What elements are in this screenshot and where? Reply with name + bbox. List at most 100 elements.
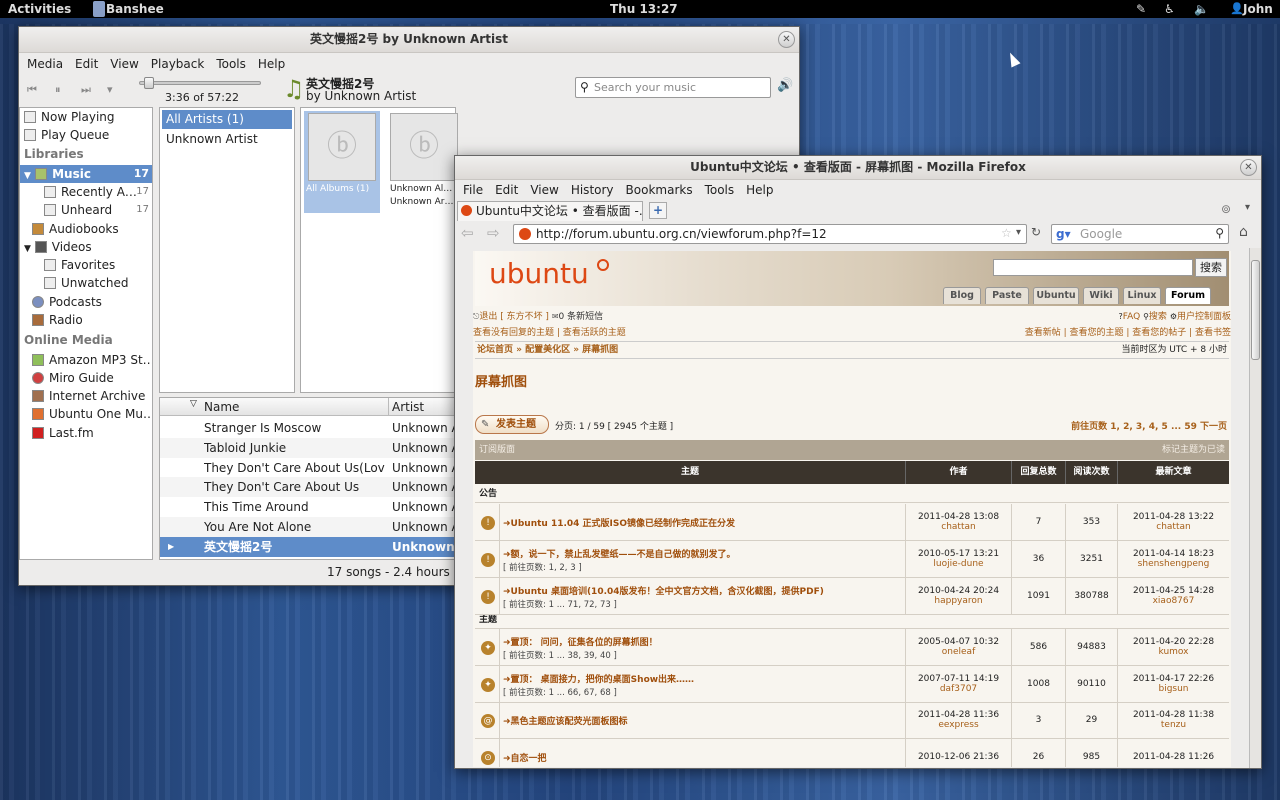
sidebar-item-audiobooks[interactable]: Audiobooks — [20, 220, 152, 238]
pause-icon[interactable]: ⏸ — [55, 83, 73, 97]
topic-title[interactable]: ➜置顶： 问问，征集各位的屏幕抓图！ — [503, 635, 658, 648]
mark-read-link[interactable]: 标记主题为已读 — [1162, 440, 1225, 460]
column-artist[interactable]: Artist — [392, 400, 424, 414]
sidebar-item-lastfm[interactable]: Last.fm — [20, 424, 152, 442]
sidebar-item-favorites[interactable]: Favorites — [20, 256, 152, 274]
forum-search-button[interactable]: 搜索 — [1195, 258, 1227, 277]
menu-edit[interactable]: Edit — [69, 57, 104, 71]
logout-link[interactable]: 退出 [ 东方不坏 ] — [479, 312, 549, 322]
last-poster-link[interactable]: kumox — [1118, 647, 1229, 657]
menu-edit[interactable]: Edit — [489, 183, 524, 197]
topic-row[interactable]: ✦ ➜置顶： 桌面接力，把你的桌面Show出来……[ 前往页数: 1 ... 66… — [475, 666, 1229, 703]
author-link[interactable]: daf3707 — [906, 684, 1011, 694]
subscribe-link[interactable]: 订阅版面 — [479, 440, 515, 460]
sidebar-item-radio[interactable]: Radio — [20, 311, 152, 329]
artist-item[interactable]: Unknown Artist — [166, 132, 258, 146]
menu-bookmarks[interactable]: Bookmarks — [620, 183, 699, 197]
nav-tab-blog[interactable]: Blog — [943, 287, 981, 304]
nav-tab-ubuntu[interactable]: Ubuntu — [1033, 287, 1079, 304]
sidebar-item-recently-added[interactable]: Recently A… 17 — [20, 183, 152, 201]
menu-help[interactable]: Help — [740, 183, 779, 197]
search-link[interactable]: 搜索 — [1149, 312, 1167, 322]
seek-slider[interactable] — [139, 77, 261, 89]
menu-playback[interactable]: Playback — [145, 57, 211, 71]
topic-pages[interactable]: [ 前往页数: 1 ... 71, 72, 73 ] — [503, 598, 617, 610]
topic-pages[interactable]: [ 前往页数: 1 ... 66, 67, 68 ] — [503, 686, 617, 698]
nav-tab-forum[interactable]: Forum — [1165, 287, 1211, 304]
sidebar-item-internet-archive[interactable]: Internet Archive — [20, 387, 152, 405]
menu-media[interactable]: Media — [21, 57, 69, 71]
sidebar-item-videos[interactable]: ▼ Videos — [20, 238, 152, 256]
clock[interactable]: Thu 13:27 — [610, 2, 678, 16]
pagination[interactable]: 前往页数 1, 2, 3, 4, 5 ... 59 下一页 — [1071, 419, 1227, 432]
topic-row[interactable]: @ ➜黑色主题应该配荧光面板图标 2011-04-28 11:36 eexpress 3… — [475, 702, 1229, 739]
author-link[interactable]: chattan — [906, 522, 1011, 532]
table-row[interactable]: They Don't Care About Us(Lov… Unknown A — [160, 458, 458, 478]
last-poster-link[interactable]: shenshengpeng — [1118, 559, 1229, 569]
sidebar-item-miro[interactable]: Miro Guide — [20, 369, 152, 387]
last-poster-link[interactable]: xiao8767 — [1118, 596, 1229, 606]
sidebar-item-podcasts[interactable]: Podcasts — [20, 293, 152, 311]
topic-row[interactable]: ⊙ ➜自恋一把 2010-12-06 21:36 26 985 2011-04-28 11… — [475, 739, 1229, 767]
accessibility-icon[interactable]: ♿ — [1164, 2, 1175, 16]
web-search-input[interactable]: g▾ Google ⚲ — [1051, 224, 1229, 244]
vertical-scrollbar[interactable] — [1249, 248, 1261, 768]
column-name[interactable]: Name — [204, 400, 239, 414]
bookmark-star-icon[interactable]: ☆ — [1001, 226, 1012, 240]
sidebar-item-music[interactable]: ▼ Music 17 — [20, 165, 152, 183]
menu-file[interactable]: File — [457, 183, 489, 197]
author-link[interactable]: luojie-dune — [906, 559, 1011, 569]
new-topic-button[interactable]: ✎ 发表主题 — [475, 415, 549, 434]
search-icon[interactable]: ⚲ — [1215, 226, 1224, 240]
topic-title[interactable]: ➜额，说一下，禁止乱发壁纸——不是自己做的就别发了。 — [503, 547, 736, 560]
last-poster-link[interactable]: chattan — [1118, 522, 1229, 532]
volume-button-icon[interactable]: 🔊 — [777, 78, 793, 93]
author-link[interactable]: eexpress — [906, 720, 1011, 730]
home-icon[interactable]: ⌂ — [1239, 224, 1248, 240]
topic-row[interactable]: ! ➜Ubuntu 11.04 正式版ISO镜像已经制作完成正在分发 2011-04… — [475, 504, 1229, 541]
previous-icon[interactable]: ⏮ — [27, 83, 45, 97]
topic-pages[interactable]: [ 前往页数: 1, 2, 3 ] — [503, 561, 582, 573]
menu-help[interactable]: Help — [252, 57, 291, 71]
nav-tab-linux[interactable]: Linux — [1123, 287, 1161, 304]
reload-icon[interactable]: ↻ — [1031, 225, 1041, 239]
app-menu-banshee[interactable]: Banshee — [106, 2, 164, 16]
topic-row[interactable]: ! ➜Ubuntu 桌面培训(10.04版发布！全中文官方文档，含汉化截图，提供P… — [475, 578, 1229, 615]
faq-link[interactable]: FAQ — [1123, 312, 1140, 322]
tab-groups-icon[interactable]: ⊚ — [1221, 202, 1231, 216]
topic-links[interactable]: 查看没有回复的主题 | 查看活跃的主题 — [473, 325, 626, 338]
artist-item-all[interactable]: All Artists (1) — [162, 110, 292, 129]
expander-icon[interactable]: ▼ — [24, 171, 31, 181]
close-icon[interactable]: ✕ — [778, 31, 795, 48]
author-link[interactable]: happyaron — [906, 596, 1011, 606]
scrollbar-thumb[interactable] — [1251, 260, 1260, 360]
forward-icon[interactable]: ⇨ — [487, 224, 500, 242]
topic-row[interactable]: ! ➜额，说一下，禁止乱发壁纸——不是自己做的就别发了。[ 前往页数: 1, 2,… — [475, 541, 1229, 578]
nav-tab-wiki[interactable]: Wiki — [1083, 287, 1119, 304]
menu-view[interactable]: View — [524, 183, 564, 197]
tab-list-icon[interactable]: ▾ — [1245, 202, 1250, 213]
expander-icon[interactable]: ▼ — [24, 244, 31, 254]
next-icon[interactable]: ⏭ — [81, 83, 99, 97]
ucp-link[interactable]: 用户控制面板 — [1177, 312, 1231, 322]
menu-view[interactable]: View — [104, 57, 144, 71]
last-poster-link[interactable]: tenzu — [1118, 720, 1229, 730]
post-links[interactable]: 查看新帖 | 查看您的主题 | 查看您的帖子 | 查看书签 — [1025, 325, 1231, 338]
sidebar-item-amazon[interactable]: Amazon MP3 St… — [20, 351, 152, 369]
user-menu[interactable]: John — [1243, 2, 1273, 16]
topic-title[interactable]: ➜置顶： 桌面接力，把你的桌面Show出来…… — [503, 672, 694, 685]
topic-title[interactable]: ➜Ubuntu 11.04 正式版ISO镜像已经制作完成正在分发 — [503, 516, 735, 529]
sidebar-item-unwatched[interactable]: Unwatched — [20, 274, 152, 292]
url-bar[interactable]: http://forum.ubuntu.org.cn/viewforum.php… — [513, 224, 1027, 244]
album-item[interactable]: ⓑ Unknown Al… Unknown Ar… — [386, 111, 462, 213]
browser-tab[interactable]: Ubuntu中文论坛 • 查看版面 -… — [457, 201, 643, 221]
volume-icon[interactable]: 🔈 — [1194, 2, 1209, 16]
edit-icon[interactable]: ✎ — [1136, 2, 1146, 16]
search-input[interactable]: ⚲ Search your music — [575, 77, 771, 98]
table-row[interactable]: They Don't Care About Us Unknown A — [160, 477, 458, 498]
sidebar-item-now-playing[interactable]: Now Playing — [20, 108, 152, 126]
sort-icon[interactable]: ▽ — [190, 399, 197, 409]
author-link[interactable]: oneleaf — [906, 647, 1011, 657]
activities-button[interactable]: Activities — [8, 2, 71, 16]
topic-title[interactable]: ➜黑色主题应该配荧光面板图标 — [503, 714, 628, 727]
